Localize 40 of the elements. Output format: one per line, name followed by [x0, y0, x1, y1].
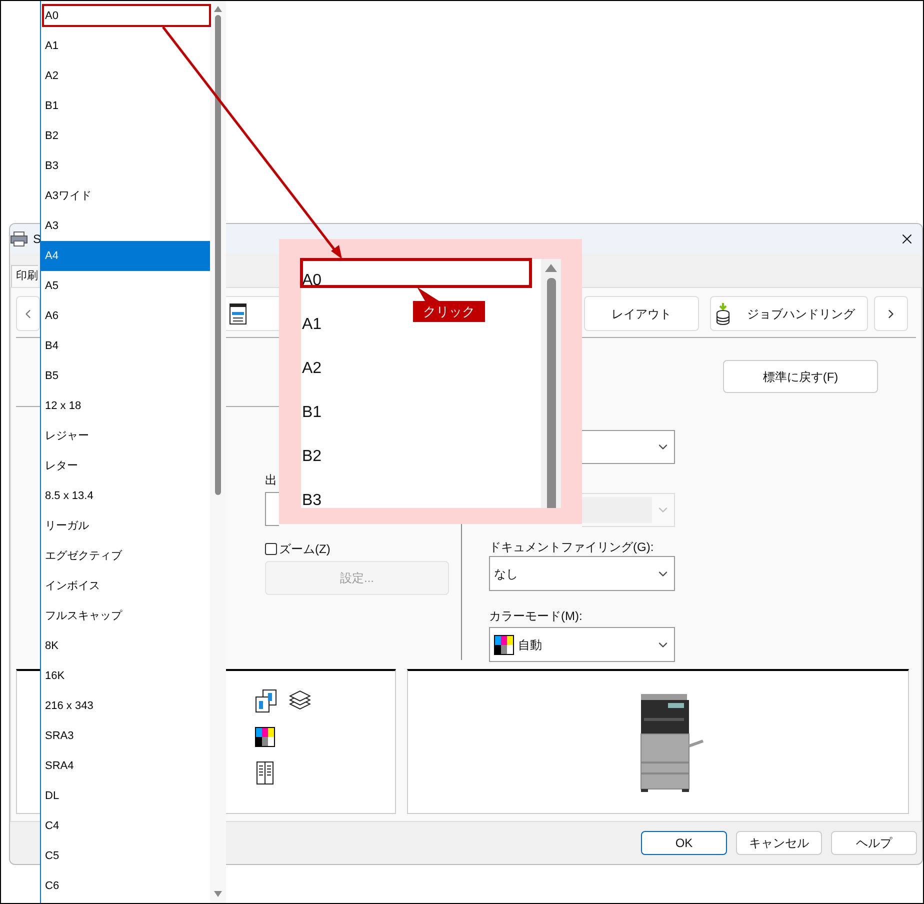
window-title: S [33, 231, 42, 248]
scrollbar[interactable] [210, 1, 226, 903]
list-item[interactable]: A2 [302, 357, 322, 381]
list-item[interactable]: B3 [302, 489, 322, 508]
dropdown-field[interactable]: なし [489, 556, 675, 591]
reset-defaults-button[interactable]: 標準に戻す(F) [723, 360, 878, 393]
scrollbar-thumb[interactable] [546, 278, 556, 508]
color-mode-label: カラーモード(M): [489, 609, 584, 624]
scroll-up-icon [545, 264, 557, 272]
dropdown-value: なし [494, 566, 519, 582]
output-field[interactable] [265, 492, 279, 526]
booklet-icon [255, 761, 275, 785]
scrollbar-thumb[interactable] [215, 15, 221, 495]
paper-stack-icon [289, 689, 311, 711]
scroll-up-icon [214, 6, 222, 12]
output-label: 出 [265, 473, 278, 487]
layout-button[interactable]: レイアウト [584, 296, 699, 331]
checkbox[interactable] [265, 543, 277, 555]
dropdown-field[interactable]: 自動 [489, 627, 675, 662]
list-item[interactable]: A4 [41, 241, 210, 271]
job-handling-button[interactable]: ジョブハンドリング [710, 296, 868, 331]
printer-icon [10, 231, 28, 247]
database-icon [715, 302, 731, 324]
list-item[interactable]: B2 [302, 445, 322, 469]
list-item[interactable]: B1 [302, 401, 322, 425]
color-grid-icon [255, 727, 275, 747]
dropdown-field[interactable] [582, 430, 675, 464]
document-filing-label: ドキュメントファイリング(G): [489, 540, 655, 555]
scrollbar[interactable] [541, 259, 561, 508]
dialog-button[interactable]: キャンセル [736, 831, 822, 855]
list-item[interactable]: A1 [302, 313, 322, 337]
scroll-down-icon [214, 891, 222, 897]
zoom-label: ズーム(Z) [279, 541, 330, 558]
dropdown-value: 自動 [518, 636, 543, 654]
color-grid-icon [494, 634, 514, 654]
document-icon [229, 302, 247, 324]
dialog-button[interactable]: OK [641, 831, 727, 855]
tab[interactable]: 印刷 [11, 265, 38, 287]
dialog-button[interactable]: ヘルプ [831, 831, 917, 855]
duplex-pages-icon [255, 689, 277, 713]
